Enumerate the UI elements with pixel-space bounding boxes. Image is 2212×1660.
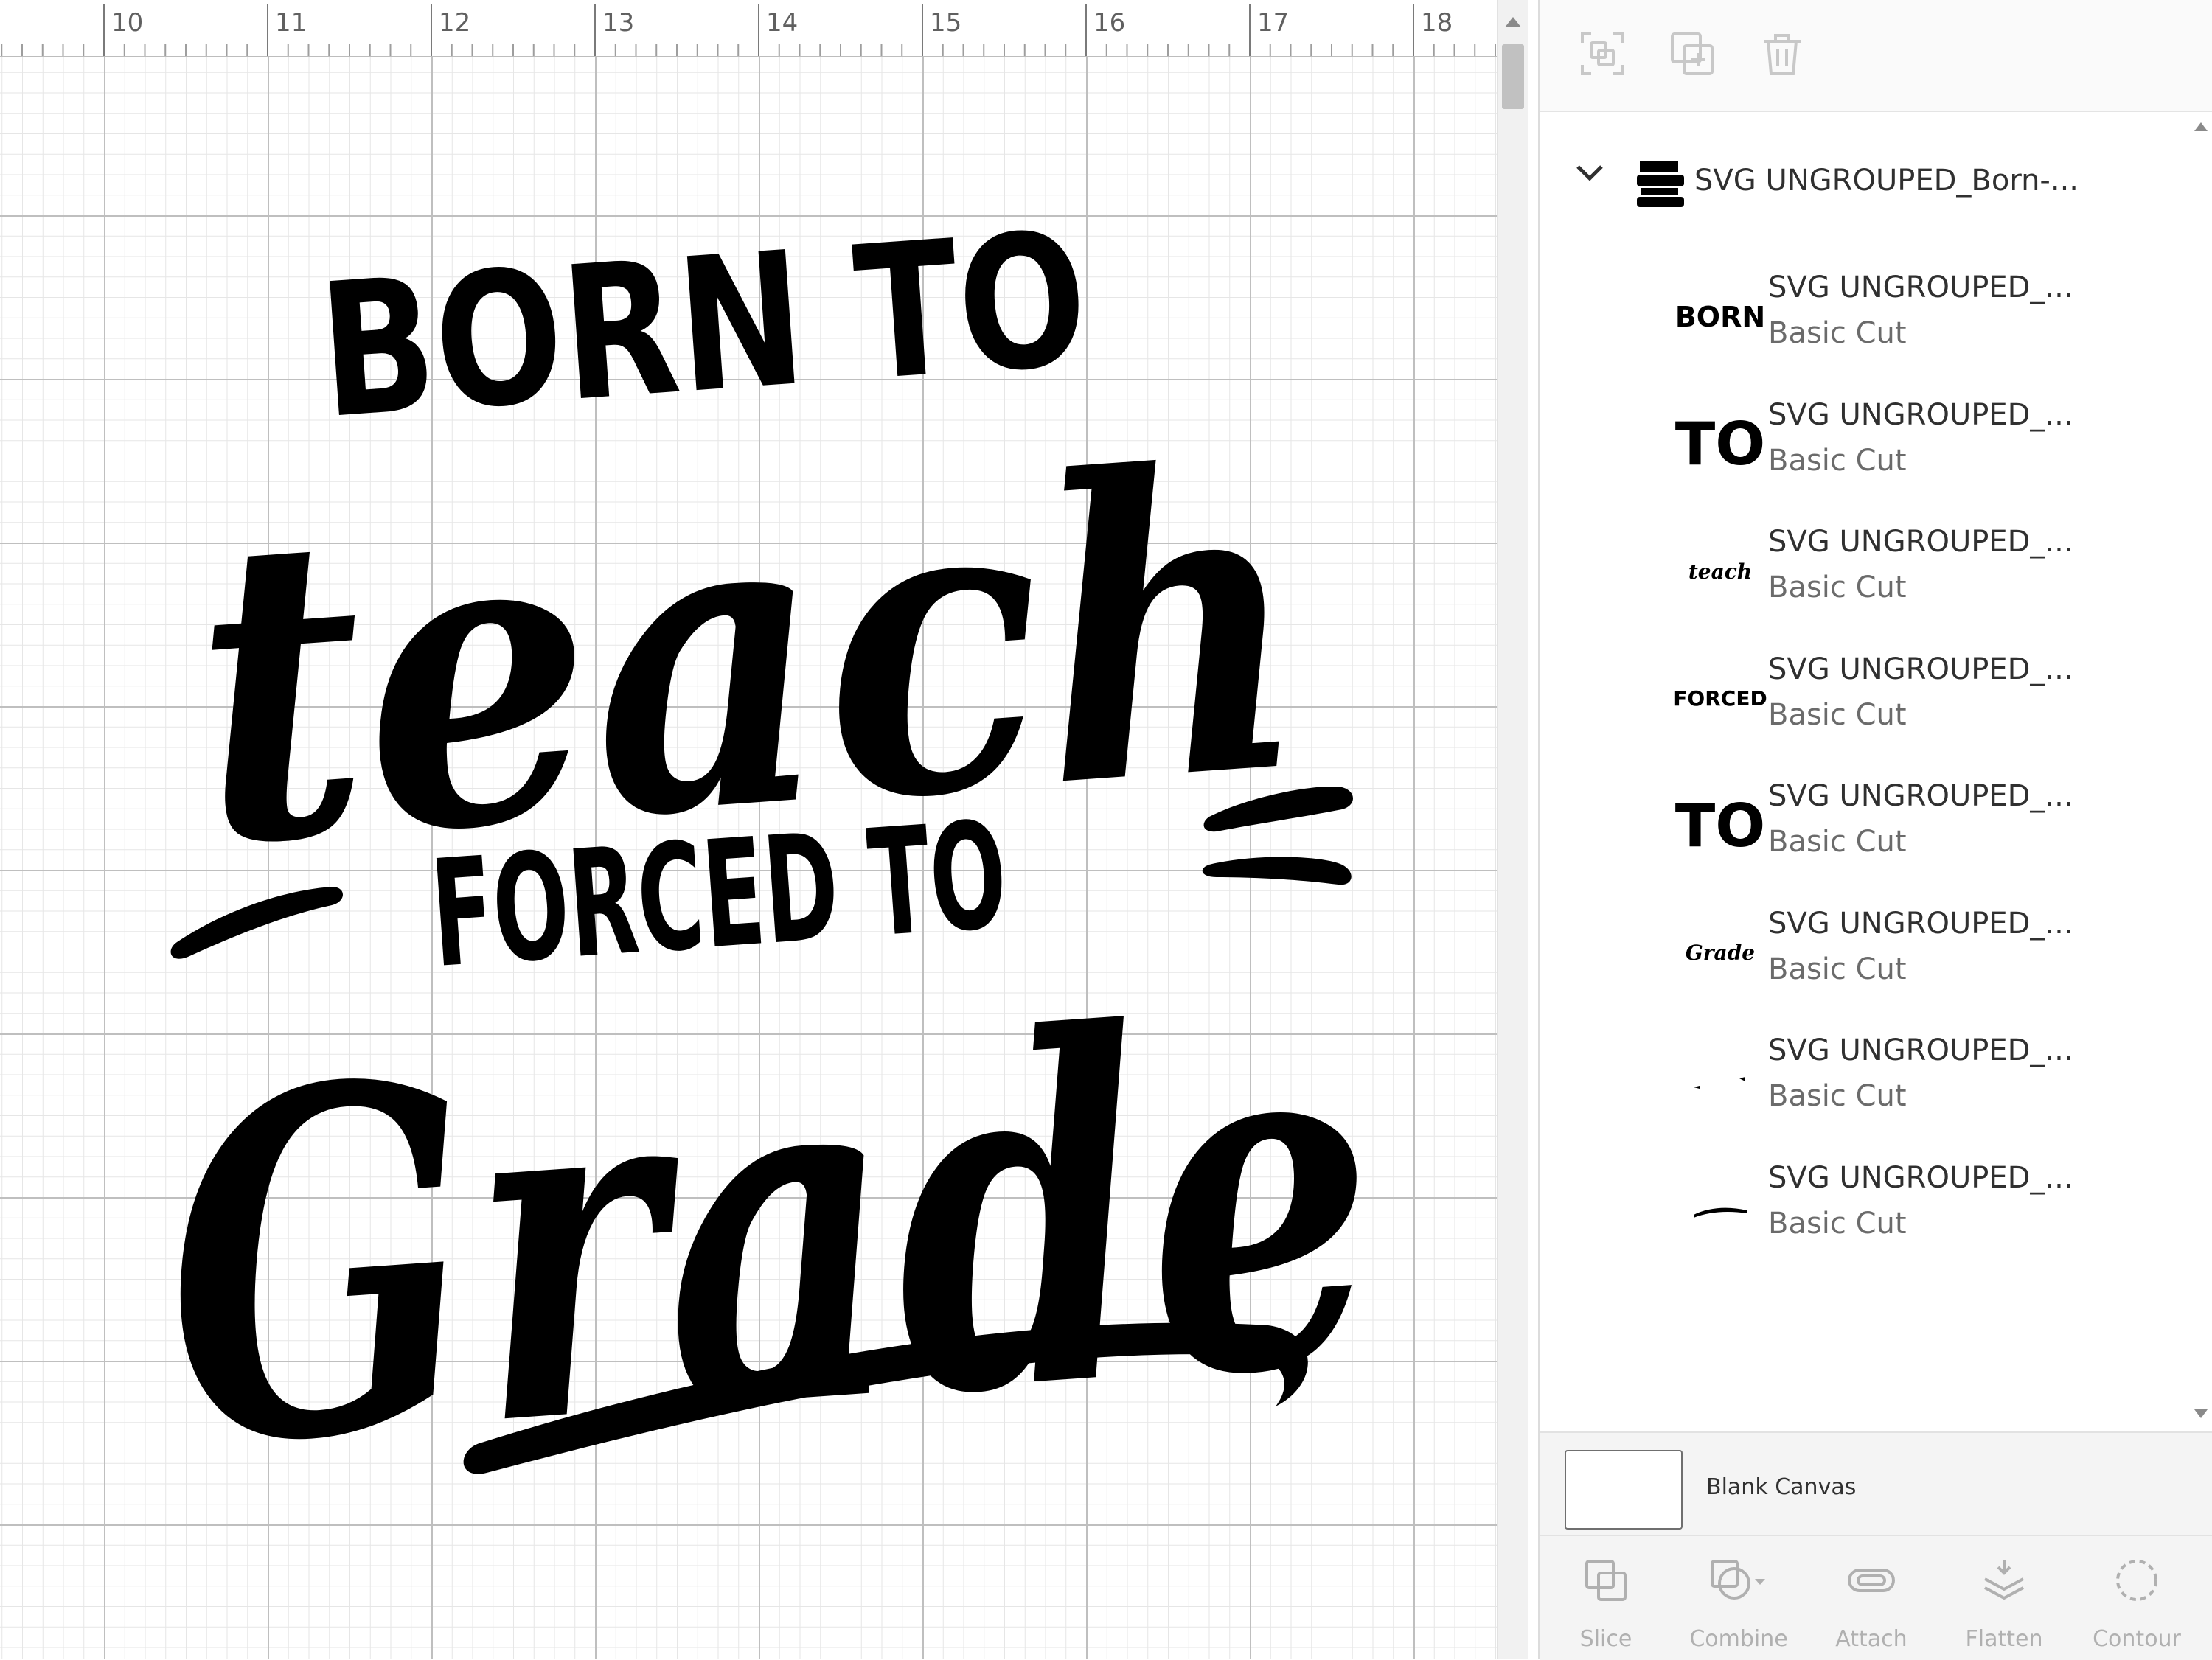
flatten-label: Flatten [1965, 1626, 2043, 1652]
ruler-label: 16 [1093, 8, 1125, 38]
ruler-label: 12 [439, 8, 470, 38]
layers-panel: SVG UNGROUPED_Born-... BORN SVG UNGROUPED… [1538, 0, 2212, 1660]
ruler-label: 13 [602, 8, 634, 38]
scroll-up-arrow-icon[interactable] [1498, 0, 1528, 44]
layer-thumbnail-text: Grade [1685, 941, 1756, 965]
layer-name: SVG UNGROUPED_... [1768, 525, 2073, 559]
layer-thumbnail-icon: BORN [1675, 276, 1765, 358]
ruler-label: 14 [766, 8, 798, 38]
ruler-ticks: 10 11 12 13 14 15 16 17 18 [1, 4, 1496, 56]
layer-row[interactable]: TO SVG UNGROUPED_... Basic Cut [1540, 763, 2188, 890]
slice-icon [1576, 1551, 1635, 1610]
layer-name: SVG UNGROUPED_... [1768, 652, 2073, 686]
layer-row[interactable]: FORCED SVG UNGROUPED_... Basic Cut [1540, 636, 2188, 763]
layer-operation: Basic Cut [1768, 571, 1907, 604]
contour-icon [2107, 1551, 2166, 1610]
layer-list-scrollbar[interactable] [2188, 112, 2212, 1431]
layer-name: SVG UNGROUPED_... [1768, 397, 2073, 432]
layer-name: SVG UNGROUPED_... [1768, 779, 2073, 813]
layer-thumbnail-text: TO [1674, 791, 1766, 860]
combine-label: Combine [1689, 1626, 1788, 1652]
layer-thumbnail-icon [1680, 1039, 1761, 1120]
flatten-button[interactable]: Flatten [1938, 1551, 2070, 1654]
layer-operation: Basic Cut [1768, 825, 1907, 859]
layer-row[interactable]: SVG UNGROUPED_... Basic Cut [1540, 1145, 2188, 1272]
slice-button[interactable]: Slice [1540, 1551, 1672, 1654]
layer-operation: Basic Cut [1768, 443, 1907, 478]
layer-thumbnail-icon [1680, 1167, 1761, 1248]
layer-thumbnail-text: BORN [1674, 301, 1766, 333]
layer-row[interactable]: SVG UNGROUPED_... Basic Cut [1540, 1017, 2188, 1144]
ruler-label: 17 [1257, 8, 1289, 38]
contour-button[interactable]: Contour [2070, 1551, 2203, 1654]
combine-icon [1709, 1551, 1768, 1610]
canvas-vertical-scrollbar[interactable] [1497, 0, 1528, 1659]
layer-row[interactable]: Grade SVG UNGROUPED_... Basic Cut [1540, 890, 2188, 1017]
layer-operation: Basic Cut [1768, 697, 1907, 732]
scroll-up-arrow-icon[interactable] [2194, 122, 2208, 131]
layer-name: SVG UNGROUPED_... [1768, 906, 2073, 941]
ruler-label: 15 [930, 8, 961, 38]
design-thumbnail-icon [1628, 151, 1694, 217]
slice-label: Slice [1579, 1626, 1632, 1652]
layer-operation: Basic Cut [1768, 1206, 1907, 1241]
layer-row[interactable]: BORN SVG UNGROUPED_... Basic Cut [1540, 254, 2188, 381]
duplicate-icon[interactable] [1666, 28, 1718, 80]
layer-name: SVG UNGROUPED_... [1768, 271, 2073, 304]
design-canvas[interactable]: 10 11 12 13 14 15 16 17 18 BORN TO teach FORCED … [0, 0, 1528, 1659]
layer-thumbnail-icon: FORCED [1673, 658, 1767, 739]
layer-operation: Basic Cut [1768, 952, 1907, 986]
chevron-down-icon[interactable] [1575, 162, 1604, 186]
artwork-line-grade[interactable]: Grade [147, 915, 1392, 1552]
attach-label: Attach [1835, 1626, 1907, 1652]
layer-thumbnail-icon: Grade [1680, 913, 1761, 994]
layer-group-row[interactable]: SVG UNGROUPED_Born-... [1540, 118, 2188, 243]
scroll-thumb[interactable] [1502, 44, 1524, 109]
flatten-icon [1975, 1551, 2034, 1610]
blank-canvas-row[interactable]: Blank Canvas [1540, 1431, 2212, 1536]
layer-thumbnail-icon: teach [1680, 531, 1761, 612]
layer-group-name: SVG UNGROUPED_Born-... [1694, 164, 2079, 198]
contour-label: Contour [2093, 1626, 2181, 1652]
combine-button[interactable]: Combine [1672, 1551, 1805, 1654]
layers-toolbar [1540, 0, 2212, 112]
layer-row[interactable]: TO SVG UNGROUPED_... Basic Cut [1540, 382, 2188, 509]
group-icon[interactable] [1576, 28, 1628, 80]
layer-operation: Basic Cut [1768, 316, 1907, 350]
layer-name: SVG UNGROUPED_... [1768, 1033, 2073, 1067]
canvas-swatch[interactable] [1565, 1450, 1683, 1530]
layer-operation: Basic Cut [1768, 1079, 1907, 1113]
layer-thumbnail-icon: TO [1675, 404, 1766, 485]
layer-thumbnail-text: FORCED [1673, 686, 1767, 711]
bottom-toolbar: Slice Combine Attach Flatten Contour [1540, 1535, 2212, 1660]
ruler-label: 18 [1421, 8, 1453, 38]
layer-thumbnail-text: teach [1688, 559, 1753, 584]
delete-icon[interactable] [1756, 28, 1808, 80]
layer-thumbnail-text: TO [1674, 410, 1766, 478]
layer-thumbnail-icon: TO [1675, 785, 1766, 866]
canvas-label: Blank Canvas [1706, 1474, 1857, 1500]
attach-icon [1842, 1551, 1901, 1610]
attach-button[interactable]: Attach [1805, 1551, 1938, 1654]
ruler-label: 11 [275, 8, 307, 38]
ruler-label: 10 [111, 8, 143, 38]
design-artwork[interactable]: BORN TO teach FORCED TO Grade [0, 57, 1497, 1659]
scroll-down-arrow-icon[interactable] [2194, 1409, 2208, 1418]
horizontal-ruler: 10 11 12 13 14 15 16 17 18 [0, 0, 1497, 57]
layer-name: SVG UNGROUPED_... [1768, 1160, 2073, 1195]
layer-row[interactable]: teach SVG UNGROUPED_... Basic Cut [1540, 509, 2188, 635]
